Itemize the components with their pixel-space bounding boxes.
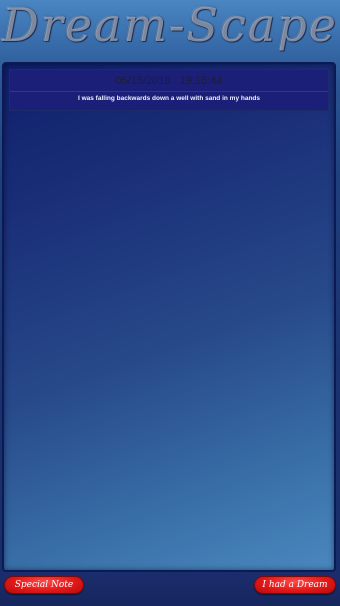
entry-datetime: 05/15/2018 : 19:15:44 — [10, 72, 328, 92]
list-item[interactable]: 05/15/2018 : 19:15:44 I was falling back… — [9, 69, 329, 111]
special-note-button[interactable]: Special Note — [4, 576, 84, 594]
bottom-bar: Special Note I had a Dream — [0, 572, 340, 606]
app-header: Dream-Scape — [0, 0, 340, 60]
dream-list-panel[interactable]: 05/15/2018 : 19:15:44 I was falling back… — [2, 62, 336, 572]
entry-text: I was falling backwards down a well with… — [77, 95, 261, 102]
app-logo: Dream-Scape — [1, 0, 339, 52]
had-a-dream-button[interactable]: I had a Dream — [254, 576, 336, 594]
